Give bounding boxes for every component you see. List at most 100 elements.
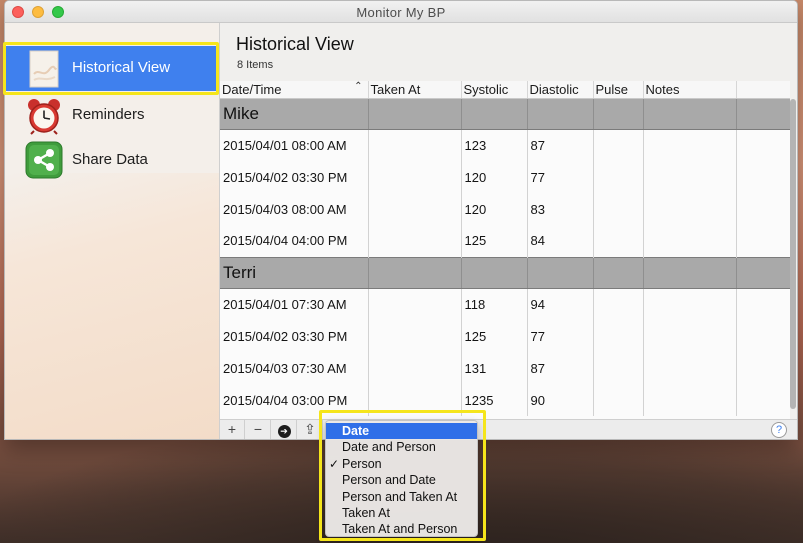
cell-datetime: 2015/04/04 04:00 PM <box>220 225 369 257</box>
sort-ascending-icon: ⌃ <box>354 81 363 92</box>
readings-table: Date/Time ⌃ Taken At Systolic Diastolic P… <box>220 81 790 416</box>
table-row[interactable]: 2015/04/01 08:00 AM 123 87 <box>220 129 790 161</box>
cell-diastolic: 83 <box>527 193 594 225</box>
add-reading-button[interactable]: + <box>220 420 245 439</box>
sidebar-background-art <box>5 173 219 439</box>
column-header-datetime[interactable]: Date/Time ⌃ <box>220 81 369 99</box>
cell-taken-at <box>368 320 462 352</box>
menu-item-taken-at[interactable]: Taken At <box>326 505 477 521</box>
window-title: Monitor My BP <box>356 5 446 20</box>
sidebar: Historical View Reminders Share Data <box>5 23 220 439</box>
sidebar-item-share-data[interactable]: Share Data <box>5 138 219 183</box>
cell-datetime: 2015/04/03 07:30 AM <box>220 352 369 384</box>
cell-pulse <box>593 352 644 384</box>
cell-taken-at <box>368 288 462 320</box>
menu-item-label: Taken At and Person <box>342 522 458 537</box>
menu-item-label: Person <box>342 456 382 471</box>
group-row-mike[interactable]: Mike <box>220 97 790 130</box>
cell-notes <box>643 288 737 320</box>
cell-datetime: 2015/04/02 03:30 PM <box>220 161 369 193</box>
cell-taken-at <box>368 225 462 257</box>
cell-systolic: 120 <box>461 193 528 225</box>
share-export-button[interactable]: ⇪ <box>298 420 323 439</box>
group-row-terri[interactable]: Terri <box>220 256 790 289</box>
menu-item-person-and-date[interactable]: Person and Date <box>326 472 477 488</box>
cell-notes <box>643 384 737 416</box>
cell-notes <box>643 129 737 161</box>
menu-item-taken-at-and-person[interactable]: Taken At and Person <box>326 521 477 537</box>
cell-diastolic: 87 <box>527 352 594 384</box>
help-button[interactable]: ? <box>771 422 787 438</box>
sidebar-item-label: Share Data <box>72 151 148 168</box>
remove-reading-button[interactable]: − <box>246 420 271 439</box>
cell-taken-at <box>368 161 462 193</box>
menu-item-label: Date <box>342 424 370 438</box>
sidebar-item-reminders[interactable]: Reminders <box>5 93 219 138</box>
cell-notes <box>643 161 737 193</box>
cell-taken-at <box>368 129 462 161</box>
arrow-right-circle-icon: ➔ <box>277 425 291 438</box>
cell-pulse <box>593 320 644 352</box>
menu-item-person[interactable]: ✓ Person <box>326 456 477 472</box>
column-header-diastolic[interactable]: Diastolic <box>527 81 594 99</box>
column-header-notes[interactable]: Notes <box>643 81 737 99</box>
cell-datetime: 2015/04/01 08:00 AM <box>220 129 369 161</box>
main-content: Historical View 8 Items Date/Time ⌃ Taken… <box>220 23 797 439</box>
sidebar-item-label: Reminders <box>72 106 145 123</box>
cell-diastolic: 77 <box>527 320 594 352</box>
cell-systolic: 131 <box>461 352 528 384</box>
table-row[interactable]: 2015/04/04 03:00 PM 1235 90 <box>220 384 790 416</box>
menu-item-label: Person and Date <box>342 473 436 488</box>
cell-notes <box>643 225 737 257</box>
item-count: 8 Items <box>237 59 274 71</box>
table-row[interactable]: 2015/04/03 07:30 AM 131 87 <box>220 352 790 384</box>
cell-pulse <box>593 384 644 416</box>
cell-datetime: 2015/04/03 08:00 AM <box>220 193 369 225</box>
menu-item-person-and-taken-at[interactable]: Person and Taken At <box>326 489 477 505</box>
menu-item-label: Date and Person <box>342 440 436 455</box>
cell-datetime: 2015/04/04 03:00 PM <box>220 384 369 416</box>
table-row[interactable]: 2015/04/04 04:00 PM 125 84 <box>220 225 790 257</box>
cell-pulse <box>593 225 644 257</box>
action-arrow-button[interactable]: ➔ <box>272 420 297 439</box>
scrollbar-thumb[interactable] <box>790 99 796 409</box>
menu-item-date[interactable]: Date <box>326 423 477 440</box>
cell-systolic: 1235 <box>461 384 528 416</box>
cell-taken-at <box>368 352 462 384</box>
table-row[interactable]: 2015/04/02 03:30 PM 125 77 <box>220 320 790 352</box>
cell-systolic: 123 <box>461 129 528 161</box>
sidebar-item-label: Historical View <box>72 59 171 76</box>
column-header-systolic[interactable]: Systolic <box>461 81 528 99</box>
vertical-scrollbar[interactable] <box>790 81 796 411</box>
cell-taken-at <box>368 384 462 416</box>
group-by-menu: Date Date and Person ✓ Person Person and … <box>325 420 478 537</box>
sidebar-item-historical-view[interactable]: Historical View <box>5 46 219 91</box>
table-row[interactable]: 2015/04/03 08:00 AM 120 83 <box>220 193 790 225</box>
table-row[interactable]: 2015/04/01 07:30 AM 118 94 <box>220 288 790 320</box>
table-header-row: Date/Time ⌃ Taken At Systolic Diastolic P… <box>220 81 790 99</box>
group-name: Mike <box>220 97 369 130</box>
column-header-taken-at[interactable]: Taken At <box>368 81 462 99</box>
menu-item-label: Person and Taken At <box>342 489 458 504</box>
alarm-clock-icon <box>25 97 63 135</box>
page-title: Historical View <box>236 34 354 54</box>
cell-diastolic: 77 <box>527 161 594 193</box>
table-row[interactable]: 2015/04/02 03:30 PM 120 77 <box>220 161 790 193</box>
menu-item-label: Taken At <box>342 505 390 520</box>
cell-systolic: 118 <box>461 288 528 320</box>
menu-item-date-and-person[interactable]: Date and Person <box>326 439 477 455</box>
column-header-pulse[interactable]: Pulse <box>593 81 644 99</box>
cell-notes <box>643 320 737 352</box>
cell-datetime: 2015/04/02 03:30 PM <box>220 320 369 352</box>
cell-systolic: 125 <box>461 225 528 257</box>
bottom-toolbar: + − ➔ ⇪ ? <box>220 419 797 439</box>
app-window: Monitor My BP Historical View Reminders … <box>4 0 798 440</box>
cell-diastolic: 94 <box>527 288 594 320</box>
checkmark-icon: ✓ <box>329 456 340 471</box>
cell-notes <box>643 193 737 225</box>
cell-diastolic: 90 <box>527 384 594 416</box>
share-export-icon: ⇪ <box>304 421 316 437</box>
cell-notes <box>643 352 737 384</box>
cell-systolic: 120 <box>461 161 528 193</box>
cell-taken-at <box>368 193 462 225</box>
